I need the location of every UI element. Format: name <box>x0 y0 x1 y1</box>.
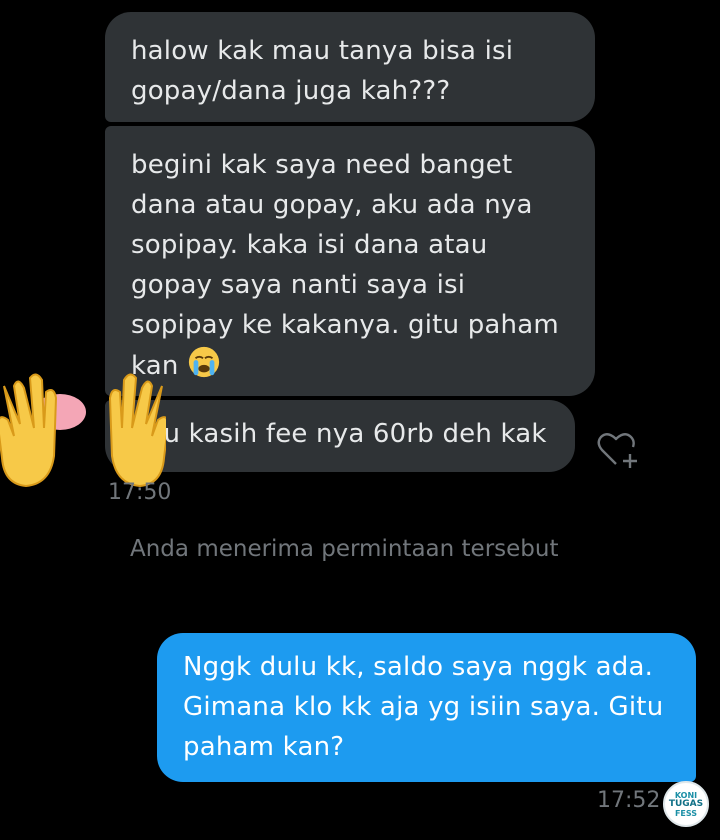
message-text: ku kasih fee nya 60rb deh kak <box>149 419 547 449</box>
raised-hands-emoji <box>0 373 166 488</box>
received-timestamp: 17:50 <box>108 480 172 505</box>
message-text: halow kak mau tanya bisa isi gopay/dana … <box>131 36 514 106</box>
loudly-crying-face-emoji <box>188 346 220 378</box>
watermark-line-3: FESS <box>674 808 698 818</box>
heart-plus-icon[interactable] <box>596 430 640 470</box>
sent-message[interactable]: Nggk dulu kk, saldo saya nggk ada. Giman… <box>157 633 696 782</box>
received-message-2[interactable]: begini kak saya need banget dana atau go… <box>105 126 595 396</box>
system-notice: Anda menerima permintaan tersebut <box>130 536 559 562</box>
watermark-badge: KONI TUGAS FESS <box>663 781 709 827</box>
sent-timestamp: 17:52 <box>597 788 661 813</box>
message-text: Nggk dulu kk, saldo saya nggk ada. Giman… <box>183 652 664 762</box>
watermark-line-2: TUGAS <box>668 798 704 809</box>
received-message-1[interactable]: halow kak mau tanya bisa isi gopay/dana … <box>105 12 595 122</box>
received-message-3[interactable]: ku kasih fee nya 60rb deh kak <box>105 400 575 472</box>
